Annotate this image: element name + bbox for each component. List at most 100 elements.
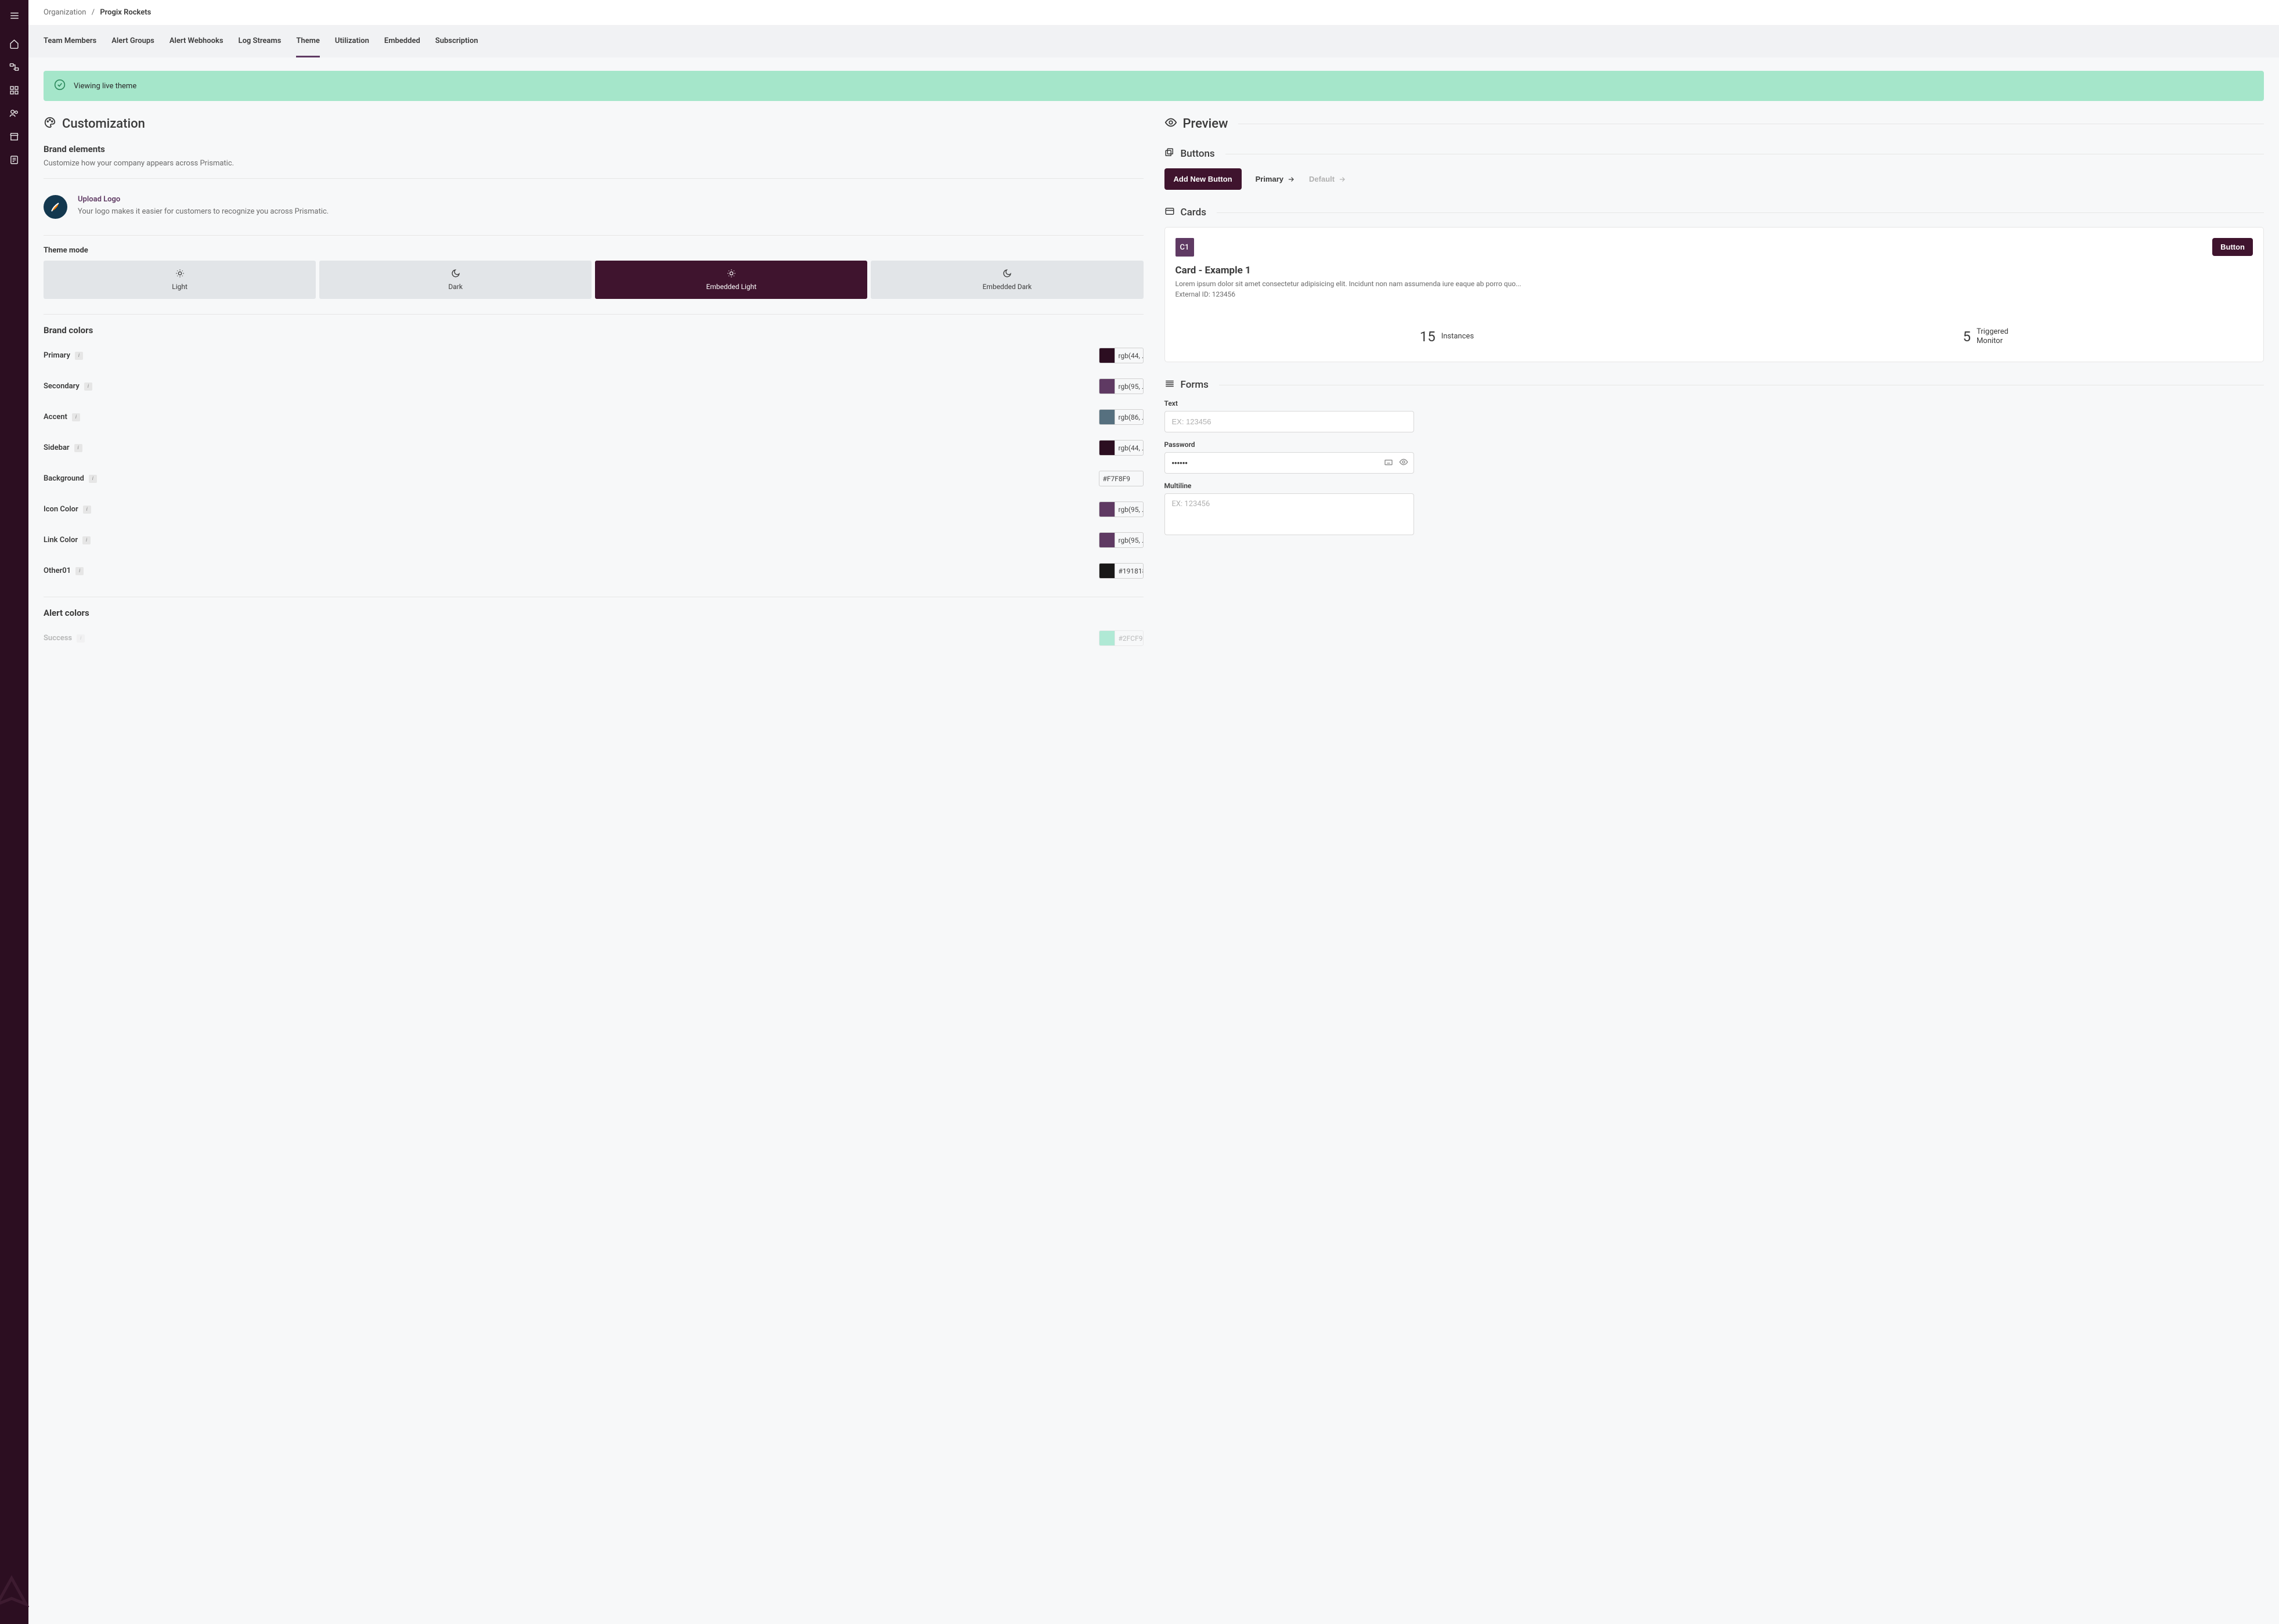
tab-alert-groups[interactable]: Alert Groups	[111, 25, 154, 57]
upload-logo-desc: Your logo makes it easier for customers …	[78, 207, 329, 216]
card-desc: Lorem ipsum dolor sit amet consectetur a…	[1175, 280, 2253, 288]
brand-elements-heading: Brand elements	[44, 144, 1144, 154]
add-new-button[interactable]: Add New Button	[1164, 168, 1242, 190]
layers-icon	[1164, 147, 1175, 160]
breadcrumb-current: Progix Rockets	[100, 8, 151, 17]
theme-mode-embedded-light[interactable]: Embedded Light	[595, 261, 867, 299]
preview-card: C1 Button Card - Example 1 Lorem ipsum d…	[1164, 227, 2264, 362]
theme-mode-embedded-dark-label: Embedded Dark	[983, 283, 1032, 291]
tab-team-members[interactable]: Team Members	[44, 25, 96, 57]
form-text-label: Text	[1164, 399, 2264, 407]
metric-instances-label: Instances	[1441, 332, 1474, 341]
preview-heading: Preview	[1183, 117, 1228, 131]
status-banner: Viewing live theme	[44, 71, 2264, 101]
theme-mode-light[interactable]: Light	[44, 261, 316, 299]
buttons-heading: Buttons	[1181, 148, 1215, 160]
theme-mode-dark-label: Dark	[448, 283, 463, 291]
divider	[44, 235, 1144, 236]
color-sidebar-input[interactable]: rgb(44, …	[1099, 440, 1144, 456]
palette-icon	[44, 116, 56, 131]
integrations-icon[interactable]	[0, 57, 28, 77]
info-icon[interactable]: i	[89, 475, 97, 483]
info-icon[interactable]: i	[72, 413, 80, 421]
tab-alert-webhooks[interactable]: Alert Webhooks	[170, 25, 223, 57]
color-secondary-input[interactable]: rgb(95, …	[1099, 378, 1144, 394]
color-icon-label: Icon Color	[44, 505, 78, 514]
color-other01-input[interactable]: #191818	[1099, 563, 1144, 579]
tabs-bar: Team Members Alert Groups Alert Webhooks…	[28, 25, 2279, 58]
brand-logo-icon	[0, 1575, 29, 1612]
theme-mode-label: Theme mode	[44, 246, 1144, 255]
color-background-input[interactable]: #F7F8F9	[1099, 471, 1144, 486]
upload-logo-link[interactable]: Upload Logo	[78, 195, 329, 204]
breadcrumb-organization[interactable]: Organization	[44, 8, 86, 17]
color-icon-input[interactable]: rgb(95, …	[1099, 501, 1144, 517]
color-accent-input[interactable]: rgb(86, …	[1099, 409, 1144, 425]
divider	[44, 178, 1144, 179]
metric-triggered-label: TriggeredMonitor	[1977, 327, 2008, 345]
tab-log-streams[interactable]: Log Streams	[239, 25, 282, 57]
card-avatar: C1	[1175, 238, 1194, 257]
banner-text: Viewing live theme	[74, 82, 136, 91]
theme-mode-light-label: Light	[172, 283, 187, 291]
color-primary-input[interactable]: rgb(44, …	[1099, 348, 1144, 363]
info-icon[interactable]: i	[75, 567, 84, 575]
arrow-right-icon	[1287, 175, 1295, 183]
info-icon[interactable]: i	[75, 352, 83, 360]
components-icon[interactable]	[0, 80, 28, 100]
home-icon[interactable]	[0, 34, 28, 53]
arrow-right-icon	[1338, 175, 1346, 183]
metric-triggered-count: 5	[1963, 329, 1971, 345]
divider	[1217, 212, 2264, 213]
metric-instances-count: 15	[1420, 329, 1436, 345]
form-password-label: Password	[1164, 441, 2264, 449]
check-circle-icon	[54, 79, 66, 93]
form-multiline-label: Multiline	[1164, 482, 2264, 490]
app-sidebar	[0, 0, 28, 1624]
color-link-input[interactable]: rgb(95, …	[1099, 532, 1144, 548]
customization-heading: Customization	[62, 117, 145, 131]
breadcrumb-separator: /	[92, 8, 95, 17]
default-button[interactable]: Default	[1309, 175, 1346, 183]
forms-heading: Forms	[1181, 379, 1209, 391]
color-primary-label: Primary	[44, 351, 70, 360]
color-accent-label: Accent	[44, 413, 67, 421]
info-icon[interactable]: i	[83, 506, 91, 514]
form-multiline-input[interactable]	[1164, 493, 1414, 535]
form-password-input[interactable]	[1164, 452, 1414, 474]
info-icon[interactable]: i	[84, 382, 92, 391]
color-other01-label: Other01	[44, 566, 71, 575]
tab-embedded[interactable]: Embedded	[384, 25, 420, 57]
customers-icon[interactable]	[0, 103, 28, 123]
color-success-input[interactable]: #2FCF95	[1099, 630, 1144, 646]
card-button[interactable]: Button	[2212, 238, 2253, 256]
menu-icon[interactable]	[0, 6, 28, 26]
color-success-label: Success	[44, 634, 72, 643]
form-text-input[interactable]	[1164, 411, 1414, 432]
color-link-label: Link Color	[44, 536, 78, 544]
theme-mode-dark[interactable]: Dark	[319, 261, 592, 299]
marketplace-icon[interactable]	[0, 127, 28, 146]
color-secondary-label: Secondary	[44, 382, 80, 391]
breadcrumb: Organization / Progix Rockets	[28, 0, 2279, 25]
primary-button[interactable]: Primary	[1256, 175, 1295, 183]
info-icon[interactable]: i	[77, 634, 85, 643]
color-background-label: Background	[44, 474, 84, 483]
brand-colors-heading: Brand colors	[44, 325, 1144, 335]
theme-mode-embedded-dark[interactable]: Embedded Dark	[871, 261, 1143, 299]
keyboard-icon[interactable]	[1384, 457, 1393, 469]
tab-theme[interactable]: Theme	[296, 25, 320, 57]
logs-icon[interactable]	[0, 150, 28, 169]
brand-elements-desc: Customize how your company appears acros…	[44, 159, 1144, 168]
theme-mode-embedded-light-label: Embedded Light	[706, 283, 756, 291]
cards-heading: Cards	[1181, 207, 1206, 218]
info-icon[interactable]: i	[82, 536, 91, 544]
tab-utilization[interactable]: Utilization	[335, 25, 369, 57]
info-icon[interactable]: i	[74, 444, 82, 452]
tab-subscription[interactable]: Subscription	[435, 25, 478, 57]
logo-avatar[interactable]	[44, 195, 67, 219]
card-icon	[1164, 206, 1175, 219]
eye-icon	[1164, 116, 1177, 131]
eye-toggle-icon[interactable]	[1399, 457, 1408, 469]
divider	[44, 314, 1144, 315]
